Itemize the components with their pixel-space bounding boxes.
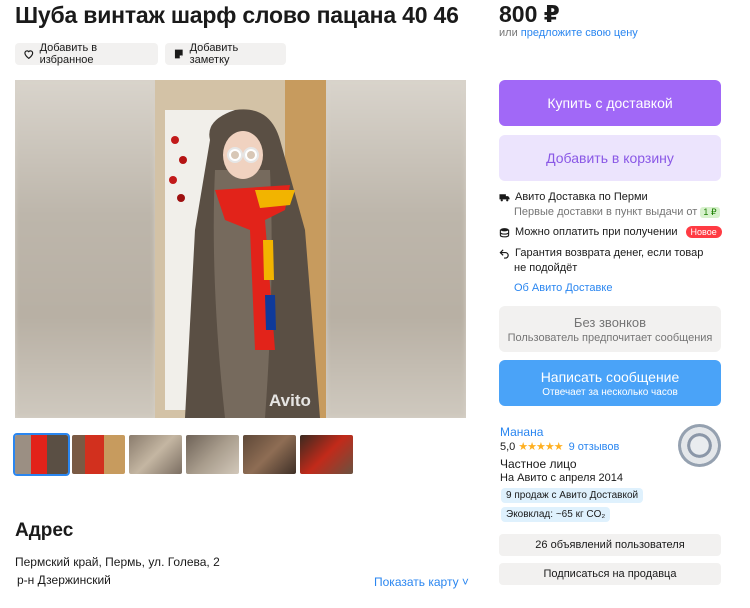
offer-price-link[interactable]: предложите свою цену (521, 27, 638, 39)
price-badge: 1 ₽ (700, 207, 720, 218)
return-guarantee-label: Гарантия возврата денег, если товар (515, 247, 704, 259)
pay-on-receipt: Можно оплатить при получении Новое (499, 226, 722, 238)
note-icon (174, 49, 183, 59)
seller-name-link[interactable]: Манана (500, 425, 543, 439)
listing-title: Шуба винтаж шарф слово пацана 40 46 (15, 2, 459, 28)
thumbnail-6[interactable] (300, 435, 353, 474)
no-calls-sub: Пользователь предпочитает сообщения (507, 331, 713, 344)
thumbnail-1[interactable] (13, 433, 70, 476)
eco-chip: Эковклад: ~65 кг CO₂ (501, 507, 611, 522)
thumbnail-2[interactable] (72, 435, 125, 474)
thumbnail-5[interactable] (243, 435, 296, 474)
thumbnail-4[interactable] (186, 435, 239, 474)
delivery-title: Авито Доставка по Перми (515, 191, 648, 203)
return-guarantee: Гарантия возврата денег, если товар (499, 247, 703, 259)
avatar[interactable] (678, 424, 721, 467)
delivery-info: Авито Доставка по Перми (499, 191, 648, 203)
buy-with-delivery-button[interactable]: Купить с доставкой (499, 80, 721, 126)
heart-icon (24, 50, 34, 60)
show-map-link[interactable]: Показать карту ˅ (374, 575, 469, 589)
add-to-cart-button[interactable]: Добавить в корзину (499, 135, 721, 181)
member-since: На Авито с апреля 2014 (500, 472, 623, 484)
return-icon (499, 249, 509, 259)
address-line: Пермский край, Пермь, ул. Голева, 2 (15, 555, 220, 569)
truck-icon (499, 194, 510, 202)
write-message-button[interactable]: Написать сообщение Отвечает за несколько… (499, 360, 721, 406)
photo-blur-left (15, 80, 155, 418)
main-photo[interactable]: Avito (15, 80, 466, 418)
pay-on-receipt-label: Можно оплатить при получении (515, 226, 678, 238)
address-heading: Адрес (15, 520, 74, 541)
delivery-sub-label: Первые доставки в пункт выдачи от (514, 206, 698, 218)
response-time: Отвечает за несколько часов (542, 386, 678, 398)
write-message-label: Написать сообщение (540, 368, 680, 385)
rating-value: 5,0 (500, 440, 516, 453)
note-label: Добавить заметку (189, 42, 239, 66)
about-delivery-link[interactable]: Об Авито Доставке (514, 282, 612, 294)
no-calls-title: Без звонков (573, 314, 647, 330)
subscribe-seller-button[interactable]: Подписаться на продавца (499, 563, 721, 585)
seller-ads-button[interactable]: 26 объявлений пользователя (499, 534, 721, 556)
seller-rating: 5,0 ★★★★★ 9 отзывов (500, 440, 620, 454)
photo-blur-right (326, 80, 466, 418)
thumbnail-strip (13, 433, 353, 476)
photo-illustration (155, 80, 326, 418)
photo-center (155, 80, 326, 418)
delivery-subtext: Первые доставки в пункт выдачи от 1 ₽ (514, 206, 720, 218)
reviews-link[interactable]: 9 отзывов (569, 441, 620, 453)
rating-stars: ★★★★★ (518, 441, 563, 453)
return-guarantee-cont: не подойдёт (514, 262, 578, 274)
no-calls-panel: Без звонков Пользователь предпочитает со… (499, 306, 721, 352)
photo-watermark: Avito (269, 391, 311, 410)
seller-type: Частное лицо (500, 457, 577, 471)
price-offer-prefix: или (499, 27, 518, 39)
price: 800 ₽ (499, 1, 560, 27)
add-note-button[interactable]: Добавить заметку (165, 42, 286, 66)
coins-icon (499, 228, 510, 238)
sales-chip: 9 продаж с Авито Доставкой (501, 488, 644, 503)
add-to-favorites-button[interactable]: Добавить в избранное (15, 42, 158, 66)
district-line: р-н Дзержинский (17, 573, 111, 587)
price-offer: или предложите свою цену (499, 27, 638, 39)
favorites-label: Добавить в избранное (39, 42, 98, 66)
thumbnail-3[interactable] (129, 435, 182, 474)
new-badge: Новое (685, 226, 722, 238)
